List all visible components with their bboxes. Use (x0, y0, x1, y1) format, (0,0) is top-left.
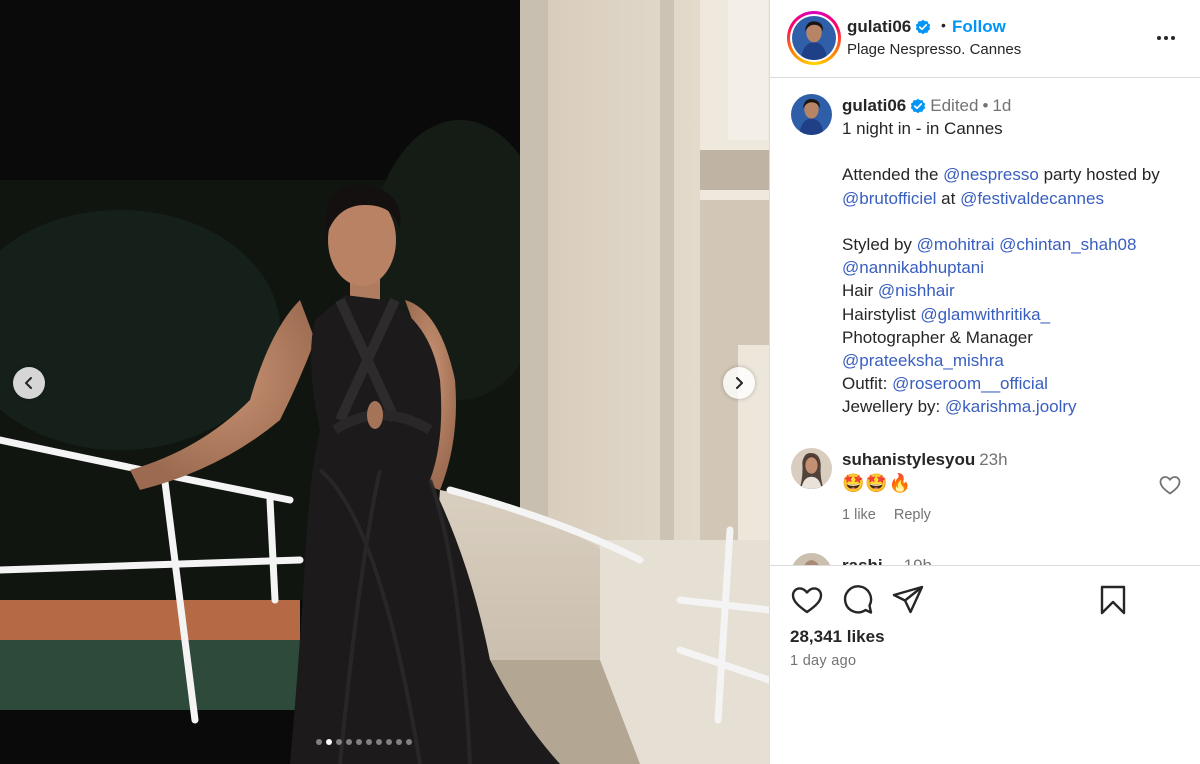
caption-line: Photographer & Manager (842, 326, 1187, 349)
caption-line: Hairstylist @glamwithritika_ (842, 303, 1187, 326)
comment-avatar[interactable] (791, 448, 832, 489)
carousel-dot (336, 739, 342, 745)
next-comment-avatar[interactable] (791, 553, 832, 565)
comment-header: suhanistylesyou 23h (842, 450, 1008, 470)
caption-time[interactable]: 1d (992, 96, 1011, 115)
caption-text-segment: Photographer & Manager (842, 327, 1033, 347)
verified-badge-icon (911, 98, 926, 114)
next-comment-header: rashi… 19h (842, 556, 932, 565)
post-actions-bar: 28,341 likes 1 day ago (770, 565, 1200, 764)
mention-link[interactable]: @nannikabhuptani (842, 258, 984, 277)
caption-text-segment: Styled by (842, 234, 917, 254)
comment-username[interactable]: suhanistylesyou (842, 450, 975, 469)
mention-link[interactable]: @karishma.joolry (945, 397, 1077, 416)
caption-text: 1 night in - in Cannes Attended the @nesp… (842, 117, 1187, 418)
post-photo (0, 0, 769, 764)
follow-button[interactable]: Follow (952, 17, 1006, 37)
avatar (792, 16, 836, 60)
comment-reply-button[interactable]: Reply (894, 507, 931, 523)
mention-link[interactable]: @festivaldecannes (960, 189, 1104, 208)
caption-text-segment: 1 night in - in Cannes (842, 119, 1003, 138)
comments-scroll-area[interactable]: gulati06 Edited • 1d 1 night in - in Cannes… (770, 79, 1200, 565)
next-comment-time[interactable]: 19h (904, 556, 932, 565)
mention-link[interactable]: @glamwithritika_ (920, 305, 1050, 324)
carousel-dot (356, 739, 362, 745)
caption-header: gulati06 Edited • 1d (842, 96, 1011, 116)
caption-line: @brutofficiel at @festivaldecannes (842, 187, 1187, 210)
post-username[interactable]: gulati06 (847, 17, 931, 37)
post-details-panel: gulati06 • Follow Plage Nespresso. Canne… (770, 0, 1200, 764)
carousel-dot (386, 739, 392, 745)
mention-link[interactable]: @roseroom__official (892, 374, 1048, 393)
post-timestamp[interactable]: 1 day ago (790, 653, 856, 669)
comment-text: 🤩🤩🔥 (842, 473, 913, 493)
caption-line: Outfit: @roseroom__official (842, 372, 1187, 395)
carousel-indicator (316, 739, 412, 745)
caption-avatar[interactable] (791, 94, 832, 135)
mention-link[interactable]: @chintan_shah08 (999, 235, 1136, 254)
story-ring[interactable] (787, 11, 841, 65)
chevron-right-icon (736, 377, 743, 389)
carousel-dot (396, 739, 402, 745)
carousel-prev-button[interactable] (13, 367, 45, 399)
carousel-dot (376, 739, 382, 745)
edited-label: Edited (930, 96, 979, 115)
post-header: gulati06 • Follow Plage Nespresso. Canne… (770, 0, 1200, 78)
caption-text-segment: Hairstylist (842, 304, 921, 324)
caption-line: Styled by @mohitrai @chintan_shah08 (842, 233, 1187, 256)
mention-link[interactable]: @prateeksha_mishra (842, 351, 1004, 370)
mention-link[interactable]: @mohitrai (917, 235, 995, 254)
caption-text-segment: at (936, 188, 961, 208)
mention-link[interactable]: @brutofficiel (842, 189, 936, 208)
next-comment-username[interactable]: rashi… (842, 556, 900, 565)
caption-line: 1 night in - in Cannes (842, 117, 1187, 140)
comment-actions: 1 like Reply (842, 507, 949, 523)
share-icon[interactable] (891, 583, 925, 617)
carousel-dot (346, 739, 352, 745)
carousel-dot (406, 739, 412, 745)
separator-dot: • (982, 96, 989, 115)
carousel-next-button[interactable] (723, 367, 755, 399)
post-location[interactable]: Plage Nespresso. Cannes (847, 41, 1021, 58)
caption-text-segment: party hosted by (1038, 165, 1160, 185)
carousel-dot (366, 739, 372, 745)
comment-time[interactable]: 23h (979, 450, 1007, 469)
caption-line: Attended the @nespresso party hosted by (842, 163, 1187, 186)
carousel-dot (326, 739, 332, 745)
heart-icon[interactable] (1158, 473, 1182, 497)
caption-line: Hair @nishhair (842, 279, 1187, 302)
caption-line: Jewellery by: @karishma.joolry (842, 395, 1187, 418)
separator-dot: • (941, 17, 946, 33)
bookmark-icon[interactable] (1096, 583, 1130, 617)
comment-likes-count[interactable]: 1 like (842, 507, 876, 523)
heart-icon[interactable] (790, 583, 824, 617)
caption-text-segment: Hair (842, 281, 878, 301)
caption-text-segment: Jewellery by: (842, 397, 945, 417)
verified-badge-icon (916, 19, 931, 35)
caption-text-segment: Attended the (842, 165, 944, 185)
mention-link[interactable]: @nespresso (943, 165, 1039, 184)
carousel-dot (316, 739, 322, 745)
mention-link[interactable]: @nishhair (878, 281, 955, 300)
username-text[interactable]: gulati06 (847, 17, 911, 36)
caption-line: @prateeksha_mishra (842, 349, 1187, 372)
comment-icon[interactable] (841, 583, 875, 617)
likes-count[interactable]: 28,341 likes (790, 627, 885, 647)
chevron-left-icon (25, 377, 32, 389)
caption-line: @nannikabhuptani (842, 256, 1187, 279)
post-media[interactable] (0, 0, 769, 764)
caption-text-segment: Outfit: (842, 374, 893, 394)
more-horizontal-icon[interactable] (1154, 26, 1178, 50)
caption-username[interactable]: gulati06 (842, 96, 906, 115)
